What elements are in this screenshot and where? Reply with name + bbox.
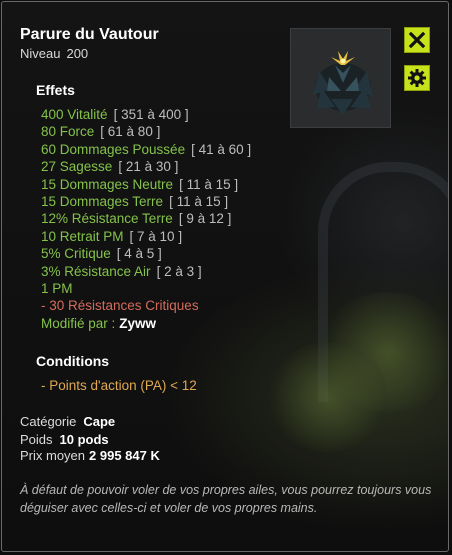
- close-icon: [408, 31, 426, 49]
- effect-line: 80 Force[ 61 à 80 ]: [41, 124, 161, 140]
- background-scenery: [248, 142, 448, 472]
- item-image-frame: [290, 28, 391, 128]
- level-label: Niveau: [20, 46, 61, 61]
- modifier-name: Zyww: [119, 315, 157, 331]
- effect-line: 15 Dommages Terre[ 11 à 15 ]: [41, 194, 229, 210]
- price-row: Prix moyen 2 995 847 K: [20, 448, 160, 463]
- effect-line: 10 Retrait PM[ 7 à 10 ]: [41, 228, 183, 244]
- effects-list: 400 Vitalité[ 351 à 400 ] 80 Force[ 61 à…: [41, 106, 251, 332]
- condition-line: - Points d'action (PA) < 12: [41, 378, 197, 393]
- modified-by: Modifié par : Zyww: [41, 315, 157, 331]
- weight-row: Poids 10 pods: [20, 432, 109, 447]
- effect-line: 60 Dommages Poussée[ 41 à 60 ]: [41, 141, 252, 157]
- level-value: 200: [66, 46, 89, 61]
- effect-line: 12% Résistance Terre[ 9 à 12 ]: [41, 211, 232, 227]
- effect-line: 3% Résistance Air[ 2 à 3 ]: [41, 263, 202, 279]
- effect-line: 5% Critique[ 4 à 5 ]: [41, 246, 162, 262]
- category-row: Catégorie Cape: [20, 414, 116, 429]
- item-level: Niveau 200: [20, 46, 88, 61]
- item-image: [313, 51, 373, 115]
- item-tooltip: Parure du Vautour Niveau 200 Effets 400 …: [1, 1, 449, 552]
- effect-line: 15 Dommages Neutre[ 11 à 15 ]: [41, 176, 239, 192]
- conditions-title: Conditions: [36, 353, 110, 369]
- effect-line: 1 PM: [41, 281, 73, 297]
- effect-line: 27 Sagesse[ 21 à 30 ]: [41, 159, 179, 175]
- settings-button[interactable]: [404, 65, 430, 91]
- item-name: Parure du Vautour: [20, 26, 159, 43]
- effect-line: 400 Vitalité[ 351 à 400 ]: [41, 107, 189, 122]
- gear-icon: [408, 69, 426, 87]
- item-description: À défaut de pouvoir voler de vos propres…: [20, 483, 432, 515]
- close-button[interactable]: [404, 27, 430, 53]
- effect-line-negative: - 30 Résistances Critiques: [41, 298, 199, 314]
- effects-title: Effets: [36, 82, 75, 98]
